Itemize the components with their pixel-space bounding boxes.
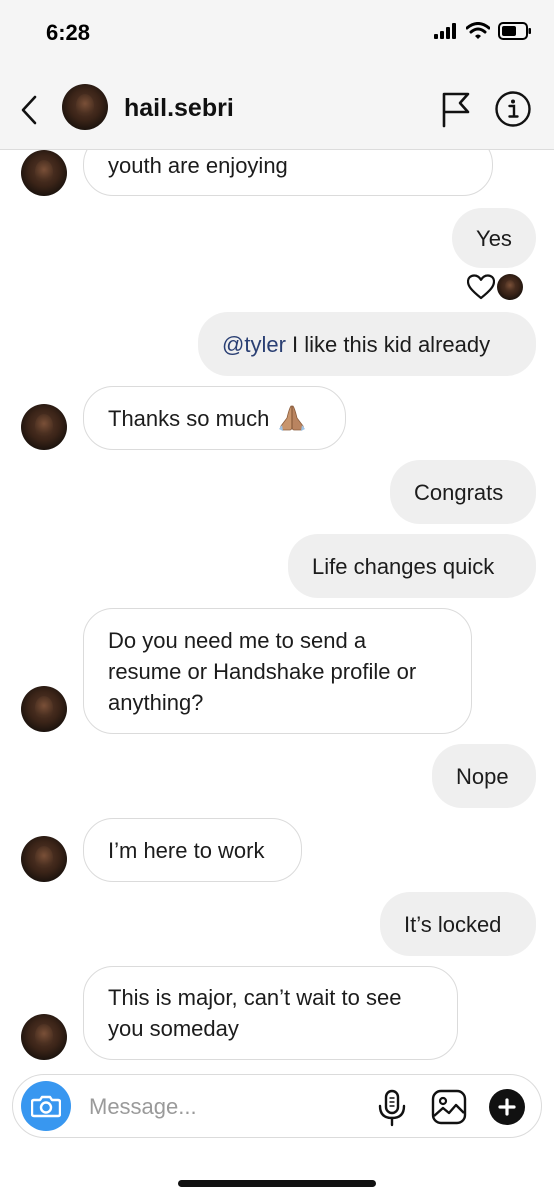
info-button[interactable] [494,90,532,128]
header-avatar[interactable] [62,84,108,130]
cellular-signal-icon [434,23,456,39]
outgoing-message[interactable]: Nope [432,744,536,808]
message-composer [12,1074,542,1138]
outgoing-message[interactable]: @tyler I like this kid already [198,312,536,376]
outgoing-message[interactable]: Congrats [390,460,536,524]
reactor-avatar [497,274,523,300]
plus-button[interactable] [489,1089,525,1125]
folded-hands-emoji [279,405,306,431]
microphone-icon [378,1089,406,1127]
home-indicator[interactable] [178,1180,376,1187]
status-icons [434,22,532,40]
message-line: resume or Handshake profile or [108,658,417,684]
plus-icon [498,1098,516,1116]
status-time: 6:28 [46,20,91,45]
message-text: I’m here to work [108,837,265,863]
message-line: Do you need me to send a [108,627,367,653]
message-thread[interactable]: youth are enjoying Yes @tyler I like thi… [0,150,554,1062]
battery-icon [498,22,531,40]
gallery-button[interactable] [431,1089,467,1125]
incoming-message[interactable]: Do you need me to send a resume or Hands… [83,608,472,734]
wifi-icon [466,22,490,39]
incoming-message[interactable]: youth are enjoying [83,150,493,196]
message-line: you someday [108,1016,239,1041]
camera-button[interactable] [21,1081,71,1131]
sender-avatar[interactable] [21,686,67,732]
status-bar: 6:28 [0,0,554,70]
back-button[interactable] [14,92,44,128]
message-text: It’s locked [404,911,502,937]
header-username[interactable]: hail.sebri [124,94,234,123]
heart-icon [467,274,495,300]
gallery-icon [431,1089,467,1125]
message-text: Yes [476,225,512,251]
sender-avatar[interactable] [21,404,67,450]
message-line: anything? [108,689,204,715]
message-line: This is major, can’t wait to see [108,985,402,1010]
flag-button[interactable] [438,90,472,128]
message-text: Life changes quick [312,553,495,579]
outgoing-message[interactable]: It’s locked [380,892,536,956]
message-text: youth are enjoying [108,153,288,178]
message-reactions[interactable] [467,274,523,300]
microphone-button[interactable] [375,1089,409,1127]
sender-avatar[interactable] [21,1014,67,1060]
info-icon [495,91,531,127]
incoming-message[interactable]: I’m here to work [83,818,302,882]
outgoing-message[interactable]: Yes [452,208,536,268]
camera-icon [31,1095,61,1118]
message-text: Congrats [414,479,504,505]
flag-icon [442,92,470,128]
message-text: Nope [456,763,509,789]
incoming-message[interactable]: Thanks so much [83,386,346,450]
incoming-message[interactable]: This is major, can’t wait to see you som… [83,966,458,1060]
back-chevron-icon [21,95,37,125]
sender-avatar[interactable] [21,150,67,196]
outgoing-message[interactable]: Life changes quick [288,534,536,598]
chat-header: hail.sebri [0,70,554,150]
sender-avatar[interactable] [21,836,67,882]
message-input[interactable] [89,1091,359,1123]
user-mention[interactable]: @tyler [222,332,286,357]
message-text: @tyler I like this kid already [222,331,491,357]
message-text: Thanks so much [108,405,270,431]
